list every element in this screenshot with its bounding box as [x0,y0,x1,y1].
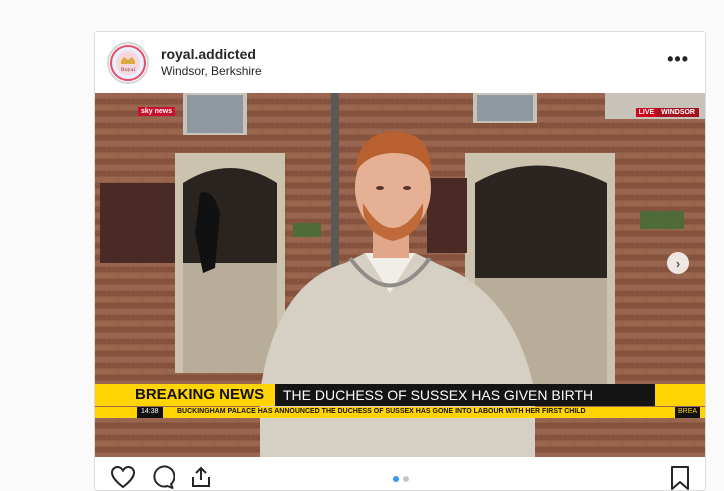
crawl-text: BUCKINGHAM PALACE HAS ANNOUNCED THE DUCH… [177,408,586,415]
post-media-video[interactable]: sky news LIVE WINDSOR BREAKING NEWS THE … [95,93,705,457]
breaking-bar: BREAKING NEWS THE DUCHESS OF SUSSEX HAS … [95,384,705,406]
carousel-dot-1 [393,476,399,482]
avatar[interactable]: Royal [107,41,149,84]
news-ticker: BREAKING NEWS THE DUCHESS OF SUSSEX HAS … [95,384,705,420]
username[interactable]: royal.addicted [161,46,262,64]
comment-button[interactable] [149,465,176,490]
share-icon [192,466,210,487]
live-badge: LIVE WINDSOR [635,108,699,117]
next-slide-button[interactable]: › [667,252,689,274]
comment-icon [153,465,176,489]
crawl-bar: 14:38 BUCKINGHAM PALACE HAS ANNOUNCED TH… [95,407,705,418]
post-actions [95,457,705,490]
live-location: WINDSOR [657,108,699,117]
post-header: Royal royal.addicted Windsor, Berkshire … [95,32,705,93]
like-button[interactable] [110,465,136,490]
location[interactable]: Windsor, Berkshire [161,64,262,79]
carousel-dot-2 [403,476,409,482]
channel-logo: sky news [138,107,176,116]
breaking-news-label: BREAKING NEWS [135,386,265,403]
live-label: LIVE [635,108,658,117]
more-options-button[interactable]: ••• [667,50,689,68]
post-user-info: royal.addicted Windsor, Berkshire [161,46,262,79]
carousel-indicator [393,476,409,482]
ticker-time: 14:38 [137,407,163,418]
headline: THE DUCHESS OF SUSSEX HAS GIVEN BIRTH [275,384,655,406]
instagram-post: Royal royal.addicted Windsor, Berkshire … [94,31,706,491]
chevron-right-icon: › [675,255,681,271]
svg-text:Royal: Royal [121,67,136,73]
heart-icon [110,465,136,489]
share-button[interactable] [189,465,213,490]
save-button[interactable] [669,465,691,490]
bookmark-icon [671,466,689,490]
crawl-end: BREA [675,407,701,418]
